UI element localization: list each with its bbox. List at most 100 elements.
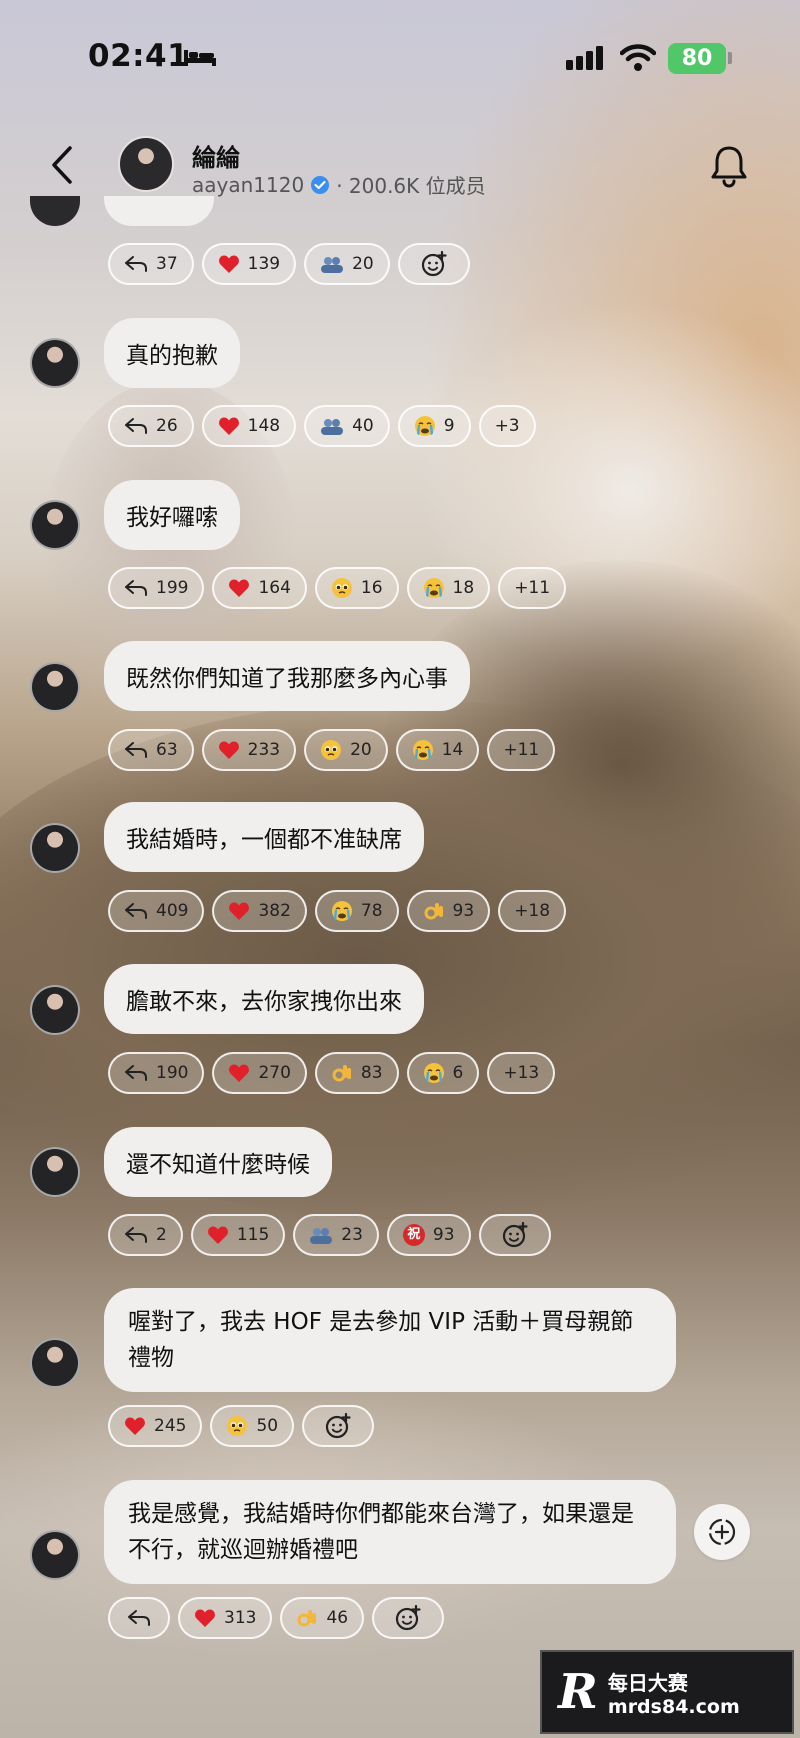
channel-avatar[interactable] [118,136,174,192]
reply-count-pill[interactable]: 199 [108,567,205,609]
add-reaction-floating-button[interactable] [694,1504,750,1560]
reaction-row: 199 164 16 18 +11 [108,567,567,609]
channel-name[interactable]: 綸綸 [192,138,240,173]
group-reaction[interactable]: 23 [293,1214,379,1256]
people-icon [321,257,344,273]
heart-icon [229,902,250,920]
add-reaction-button[interactable] [372,1597,445,1639]
heart-reaction[interactable]: 139 [201,243,297,285]
heart-icon [229,1064,250,1082]
channel-subtitle: aayan1120 · 200.6K 位成员 [192,170,486,199]
heart-icon [218,417,239,435]
add-reaction-button[interactable] [478,1214,551,1256]
notification-bell-icon[interactable] [708,144,750,188]
message-bubble[interactable] [104,196,214,226]
add-reaction-button[interactable] [302,1405,375,1447]
message-bubble[interactable]: 真的抱歉 [104,318,240,388]
back-arrow-icon[interactable] [48,144,78,186]
congratulate-reaction[interactable]: 祝 93 [386,1214,471,1256]
people-icon [310,1228,333,1244]
more-reactions-pill[interactable]: +11 [487,729,556,771]
message-bubble[interactable]: 我是感覺，我結婚時你們都能來台灣了，如果還是不行，就巡迴辦婚禮吧 [104,1480,676,1584]
message-bubble[interactable]: 既然你們知道了我那麼多內心事 [104,641,470,711]
reply-count-pill[interactable]: 2 [108,1214,183,1256]
reply-count-pill[interactable]: 409 [108,890,205,932]
heart-reaction[interactable]: 270 [212,1052,307,1094]
reply-icon [125,580,147,596]
reply-icon [125,418,147,434]
heart-reaction[interactable]: 148 [201,405,297,447]
add-emoji-icon [502,1222,528,1248]
reaction-row: 2 115 23 祝 93 [108,1214,551,1256]
sender-avatar[interactable] [30,823,80,873]
heart-reaction[interactable]: 164 [212,567,307,609]
reply-icon [125,256,147,272]
heart-reaction[interactable]: 313 [178,1597,273,1639]
pleading-reaction[interactable]: 16 [314,567,399,609]
reply-icon [125,742,147,758]
wifi-icon [620,44,656,71]
crying-face-icon [423,578,444,598]
reply-count-pill[interactable]: 63 [108,729,194,771]
reply-count-pill[interactable]: 26 [108,405,194,447]
sender-avatar[interactable] [30,662,80,712]
more-reactions-pill[interactable]: +13 [487,1052,556,1094]
reaction-row: 63 233 20 14 +11 [108,729,556,771]
sender-avatar[interactable] [30,500,80,550]
message-bubble[interactable]: 喔對了，我去 HOF 是去參加 VIP 活動＋買母親節禮物 [104,1288,676,1392]
message-bubble[interactable]: 我好囉嗦 [104,480,240,550]
reply-icon [128,1610,150,1626]
message-bubble[interactable]: 我結婚時，一個都不准缺席 [104,802,424,872]
reply-count-pill[interactable]: 190 [108,1052,205,1094]
reply-button[interactable] [108,1597,170,1639]
ok-hand-reaction[interactable]: 83 [314,1052,399,1094]
heart-icon [207,1226,228,1244]
reply-icon [125,1227,147,1243]
add-emoji-icon [395,1605,421,1631]
ok-hand-reaction[interactable]: 93 [406,890,491,932]
add-emoji-icon [325,1413,351,1439]
reply-count-pill[interactable]: 37 [108,243,194,285]
add-reaction-button[interactable] [397,243,470,285]
more-reactions-pill[interactable]: +11 [498,567,567,609]
crying-reaction[interactable]: 18 [406,567,491,609]
group-reaction[interactable]: 20 [304,243,390,285]
ok-hand-icon [297,1610,317,1627]
reaction-row: 26 148 40 9 +3 [108,405,536,447]
people-icon [321,419,344,435]
pleading-face-icon [321,740,342,760]
add-emoji-icon [421,251,447,277]
pleading-face-icon [331,578,352,598]
ok-hand-icon [332,1065,351,1082]
status-bar: 02:41 80 [0,0,800,118]
sender-avatar[interactable] [30,1147,80,1197]
heart-reaction[interactable]: 233 [201,729,297,771]
message-bubble[interactable]: 還不知道什麼時候 [104,1127,332,1197]
sender-avatar[interactable] [30,985,80,1035]
congratulation-seal-icon: 祝 [402,1224,425,1246]
more-reactions-pill[interactable]: +18 [498,890,567,932]
crying-reaction[interactable]: 78 [314,890,399,932]
more-reactions-pill[interactable]: +3 [478,405,536,447]
sender-avatar[interactable] [30,1530,80,1580]
ok-hand-icon [424,903,443,920]
heart-reaction[interactable]: 245 [108,1405,203,1447]
crying-face-icon [423,1063,444,1083]
pleading-reaction[interactable]: 20 [304,729,388,771]
crying-reaction[interactable]: 6 [406,1052,480,1094]
reaction-row: 190 270 83 6 +13 [108,1052,556,1094]
heart-reaction[interactable]: 382 [212,890,307,932]
sender-avatar[interactable] [30,338,80,388]
group-reaction[interactable]: 40 [304,405,390,447]
reaction-row: 245 50 [108,1405,375,1447]
crying-reaction[interactable]: 14 [395,729,480,771]
sleep-focus-icon [184,50,216,66]
battery-tip [728,52,732,64]
ok-hand-reaction[interactable]: 46 [280,1597,365,1639]
message-bubble[interactable]: 膽敢不來，去你家拽你出來 [104,964,424,1034]
crying-reaction[interactable]: 9 [397,405,471,447]
status-time: 02:41 [88,38,190,74]
heart-reaction[interactable]: 115 [190,1214,286,1256]
pleading-reaction[interactable]: 50 [210,1405,295,1447]
sender-avatar[interactable] [30,1338,80,1388]
